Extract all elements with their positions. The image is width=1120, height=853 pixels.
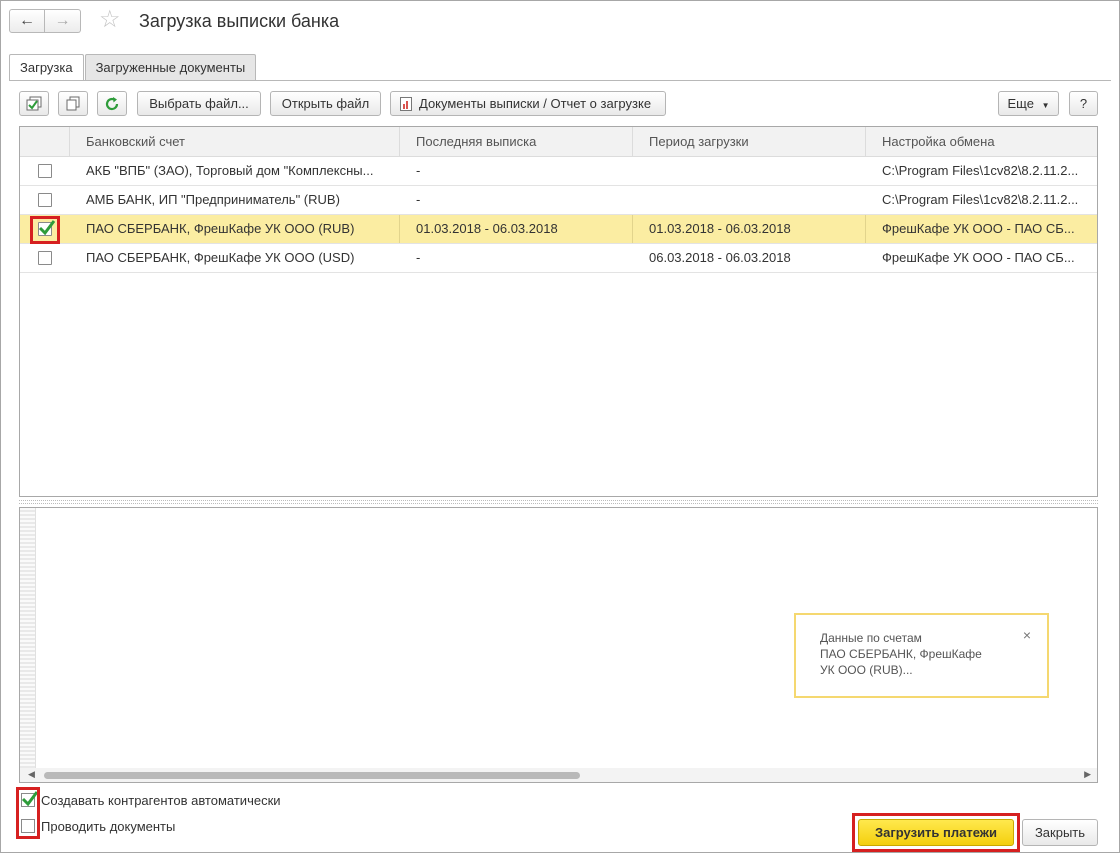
more-button[interactable]: Еще ▼ [998, 91, 1059, 116]
refresh-icon [105, 96, 119, 110]
option-post-documents[interactable]: Проводить документы [21, 816, 175, 836]
open-file-button[interactable]: Открыть файл [270, 91, 381, 116]
row-checkbox[interactable] [38, 193, 52, 207]
copy-icon [66, 96, 80, 110]
tab-divider [9, 80, 1111, 81]
cell-exchange-settings: ФрешКафе УК ООО - ПАО СБ... [882, 221, 1075, 236]
arrow-left-icon: ← [19, 12, 35, 29]
header-check-column [20, 127, 70, 157]
tab-load[interactable]: Загрузка [9, 54, 84, 81]
help-button[interactable]: ? [1069, 91, 1098, 116]
check-all-button[interactable] [19, 91, 49, 116]
window: ← → ☆ Загрузка выписки банка Загрузка За… [0, 0, 1120, 853]
cell-bank-account: ПАО СБЕРБАНК, ФрешКафе УК ООО (USD) [86, 250, 355, 265]
cell-exchange-settings: C:\Program Files\1cv82\8.2.11.2... [882, 192, 1079, 207]
docs-report-label: Документы выписки / Отчет о загрузке [419, 96, 652, 111]
dropdown-arrow-icon: ▼ [1041, 101, 1050, 110]
star-icon[interactable]: ☆ [99, 7, 121, 33]
header-bank-account[interactable]: Банковский счет [70, 127, 400, 157]
cell-last-statement: 01.03.2018 - 06.03.2018 [400, 215, 633, 243]
cell-last-statement: - [416, 163, 421, 178]
cell-load-period [633, 186, 866, 214]
cell-exchange-settings: C:\Program Files\1cv82\8.2.11.2... [882, 163, 1079, 178]
table-row[interactable]: АМБ БАНК, ИП "Предприниматель" (RUB) - C… [20, 186, 1097, 215]
highlight-box [30, 216, 60, 244]
highlight-box [852, 813, 1020, 852]
option-create-counterparties[interactable]: Создавать контрагентов автоматически [21, 790, 281, 810]
scroll-thumb[interactable] [44, 772, 580, 779]
check-all-icon [26, 96, 42, 110]
cell-bank-account: АКБ "ВПБ" (ЗАО), Торговый дом "Комплексн… [86, 163, 374, 178]
refresh-button[interactable] [97, 91, 127, 116]
panel-strip [20, 508, 36, 768]
highlight-box [16, 787, 40, 839]
row-checkbox[interactable] [38, 164, 52, 178]
tab-loaded-documents[interactable]: Загруженные документы [84, 54, 257, 80]
close-icon[interactable]: × [1023, 627, 1031, 643]
header-exchange-settings[interactable]: Настройка обмена [866, 127, 1097, 157]
cell-bank-account: АМБ БАНК, ИП "Предприниматель" (RUB) [86, 192, 340, 207]
window-title: Загрузка выписки банка [139, 11, 340, 31]
cell-bank-account: ПАО СБЕРБАНК, ФрешКафе УК ООО (RUB) [70, 215, 400, 243]
header-last-statement[interactable]: Последняя выписка [400, 127, 633, 157]
docs-report-button[interactable]: Документы выписки / Отчет о загрузке [390, 91, 666, 116]
header-load-period[interactable]: Период загрузки [633, 127, 866, 157]
cell-exchange-settings: ФрешКафе УК ООО - ПАО СБ... [882, 250, 1075, 265]
scroll-right-icon[interactable]: ▶ [1084, 769, 1091, 780]
close-button[interactable]: Закрыть [1022, 819, 1098, 846]
select-file-button[interactable]: Выбрать файл... [137, 91, 261, 116]
row-checkbox[interactable] [38, 251, 52, 265]
notification-text: Данные по счетам ПАО СБЕРБАНК, ФрешКафе … [820, 631, 982, 677]
cell-load-period: 01.03.2018 - 06.03.2018 [633, 215, 866, 243]
cell-load-period [633, 157, 866, 185]
forward-button[interactable]: → [45, 9, 81, 33]
back-button[interactable]: ← [9, 9, 45, 33]
table-row[interactable]: АКБ "ВПБ" (ЗАО), Торговый дом "Комплексн… [20, 157, 1097, 186]
uncheck-all-button[interactable] [58, 91, 88, 116]
more-label: Еще [1007, 96, 1034, 111]
post-documents-label: Проводить документы [41, 818, 176, 834]
table-row[interactable]: ПАО СБЕРБАНК, ФрешКафе УК ООО (USD) - 06… [20, 244, 1097, 273]
create-counterparties-label: Создавать контрагентов автоматически [41, 792, 281, 808]
arrow-right-icon: → [54, 12, 71, 29]
tab-bar: Загрузка Загруженные документы [9, 54, 257, 81]
scroll-left-icon[interactable]: ◀ [28, 769, 35, 780]
panel-splitter[interactable] [19, 500, 1098, 504]
cell-load-period: 06.03.2018 - 06.03.2018 [649, 250, 791, 265]
cell-last-statement: - [416, 192, 421, 207]
notification-popup: Данные по счетам ПАО СБЕРБАНК, ФрешКафе … [794, 613, 1049, 698]
report-icon [400, 97, 412, 111]
cell-last-statement: - [416, 250, 421, 265]
table-row-selected[interactable]: ПАО СБЕРБАНК, ФрешКафе УК ООО (RUB) 01.0… [20, 215, 1097, 244]
table-header: Банковский счет Последняя выписка Период… [20, 127, 1097, 157]
horizontal-scrollbar[interactable]: ◀ ▶ [20, 768, 1097, 782]
bank-accounts-table: Банковский счет Последняя выписка Период… [19, 126, 1098, 497]
